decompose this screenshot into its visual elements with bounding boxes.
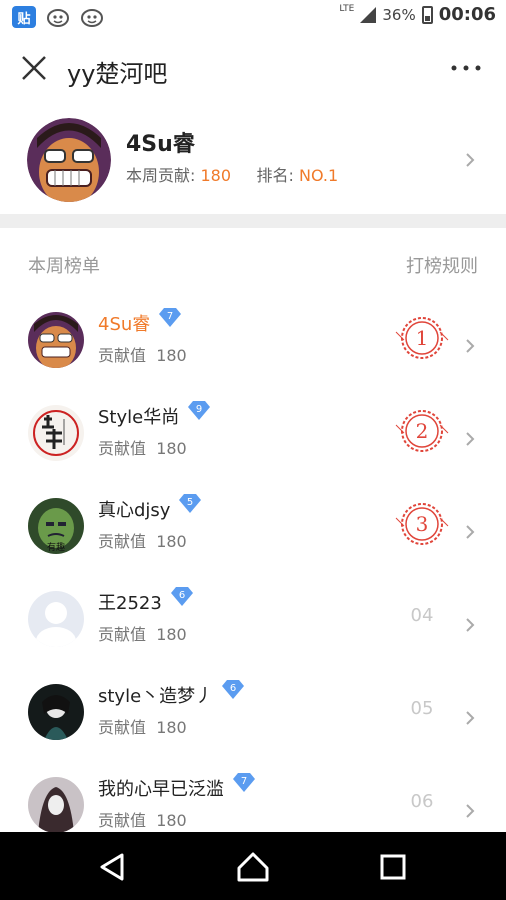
contribution-label: 贡献值 [98, 439, 147, 458]
contribution-value: 180 [156, 811, 187, 830]
contribution-value: 180 [156, 346, 187, 365]
chevron-right-icon [466, 339, 475, 353]
avatar [27, 118, 111, 202]
rank-value: NO.1 [298, 166, 339, 185]
network-type: LTE [339, 3, 355, 14]
svg-text:7: 7 [167, 311, 173, 322]
svg-text:7: 7 [241, 776, 247, 787]
username-row: style丶造梦丿 6 [98, 680, 245, 708]
contribution-value: 180 [156, 532, 187, 551]
svg-text:6: 6 [230, 683, 236, 694]
username-row: Style华尚 9 [98, 401, 211, 429]
chevron-right-icon [466, 432, 475, 446]
close-icon[interactable] [20, 54, 48, 82]
rank-number: 05 [410, 698, 434, 719]
contribution: 贡献值 180 [98, 714, 187, 738]
contribution: 贡献值 180 [98, 621, 187, 645]
profile-name: 4Su睿 [126, 132, 195, 157]
back-icon[interactable] [96, 850, 130, 884]
username: 王2523 [98, 593, 162, 614]
rank-number: 06 [410, 791, 434, 812]
contribution-label: 贡献值 [98, 532, 147, 551]
list-item[interactable]: 王2523 6 贡献值 180 04 [0, 577, 506, 669]
username: style丶造梦丿 [98, 686, 214, 707]
list-item[interactable]: style丶造梦丿 6 贡献值 180 05 [0, 670, 506, 762]
contribution: 贡献值 180 [98, 342, 187, 366]
rank-seal-icon: 3 [395, 503, 449, 545]
svg-text:6: 6 [179, 590, 185, 601]
week-contribution-label: 本周贡献: [126, 166, 196, 185]
contribution-label: 贡献值 [98, 346, 147, 365]
avatar [28, 591, 84, 647]
svg-text:2: 2 [416, 419, 429, 443]
header: yy楚河吧 [0, 36, 506, 102]
level-badge-icon: 9 [188, 401, 211, 420]
home-icon[interactable] [236, 850, 270, 884]
system-nav-bar [0, 832, 506, 900]
chevron-right-icon [466, 525, 475, 539]
list-item[interactable]: 4Su睿 7 贡献值 180 1 [0, 298, 506, 390]
level-badge-icon: 5 [179, 494, 202, 513]
signal-icon [360, 6, 377, 23]
notification-icon [81, 9, 103, 27]
section-divider [0, 214, 506, 228]
contribution-label: 贡献值 [98, 718, 147, 737]
page-title: yy楚河吧 [67, 60, 168, 88]
chevron-right-icon [466, 804, 475, 818]
contribution-label: 贡献值 [98, 625, 147, 644]
svg-text:有趣: 有趣 [47, 541, 65, 553]
contribution-label: 贡献值 [98, 811, 147, 830]
my-profile-card[interactable]: 4Su睿 本周贡献: 180 排名: NO.1 [0, 110, 506, 208]
more-icon[interactable] [450, 64, 482, 72]
contribution-value: 180 [156, 439, 187, 458]
chevron-right-icon [466, 618, 475, 632]
username: 我的心早已泛滥 [98, 779, 224, 800]
contribution-value: 180 [156, 625, 187, 644]
rank-number: 04 [410, 605, 434, 626]
level-badge-icon: 6 [170, 587, 193, 606]
avatar [28, 777, 84, 833]
battery-icon [421, 5, 433, 24]
leaderboard-title: 本周榜单 [28, 256, 100, 277]
chevron-right-icon [466, 153, 475, 167]
recents-icon[interactable] [376, 850, 410, 884]
contribution-value: 180 [156, 718, 187, 737]
tieba-app-icon: 贴 [12, 6, 36, 28]
list-item[interactable]: Style华尚 9 贡献值 180 2 [0, 391, 506, 483]
contribution: 贡献值 180 [98, 435, 187, 459]
rank-label: 排名: [256, 166, 294, 185]
level-badge-icon: 6 [222, 680, 245, 699]
rules-link[interactable]: 打榜规则 [406, 252, 478, 278]
username: 4Su睿 [98, 314, 151, 335]
username-row: 4Su睿 7 [98, 308, 182, 336]
avatar [28, 312, 84, 368]
svg-text:5: 5 [187, 497, 193, 508]
rank-seal-icon: 2 [395, 410, 449, 452]
level-badge-icon: 7 [233, 773, 255, 792]
username: 真心djsy [98, 500, 171, 521]
profile-stats: 本周贡献: 180 排名: NO.1 [126, 162, 338, 186]
username-row: 真心djsy 5 [98, 494, 202, 522]
username-row: 王2523 6 [98, 587, 194, 615]
contribution: 贡献值 180 [98, 528, 187, 552]
status-bar: 贴 LTE 36% 00:06 [0, 0, 506, 36]
contribution: 贡献值 180 [98, 807, 187, 831]
notification-icon [47, 9, 69, 27]
chevron-right-icon [466, 711, 475, 725]
svg-text:9: 9 [196, 404, 202, 415]
avatar [28, 405, 84, 461]
week-contribution-value: 180 [200, 166, 232, 185]
leaderboard-header: 本周榜单 打榜规则 [28, 252, 478, 278]
username-row: 我的心早已泛滥 7 [98, 773, 256, 801]
rank-seal-icon: 1 [395, 317, 449, 359]
avatar: 有趣 [28, 498, 84, 554]
clock: 00:06 [438, 4, 496, 25]
battery-percent: 36% [382, 5, 416, 24]
avatar [28, 684, 84, 740]
list-item[interactable]: 有趣 真心djsy 5 贡献值 180 3 [0, 484, 506, 576]
level-badge-icon: 7 [159, 308, 182, 327]
svg-text:1: 1 [416, 326, 429, 350]
username: Style华尚 [98, 407, 180, 428]
svg-text:3: 3 [416, 512, 429, 536]
